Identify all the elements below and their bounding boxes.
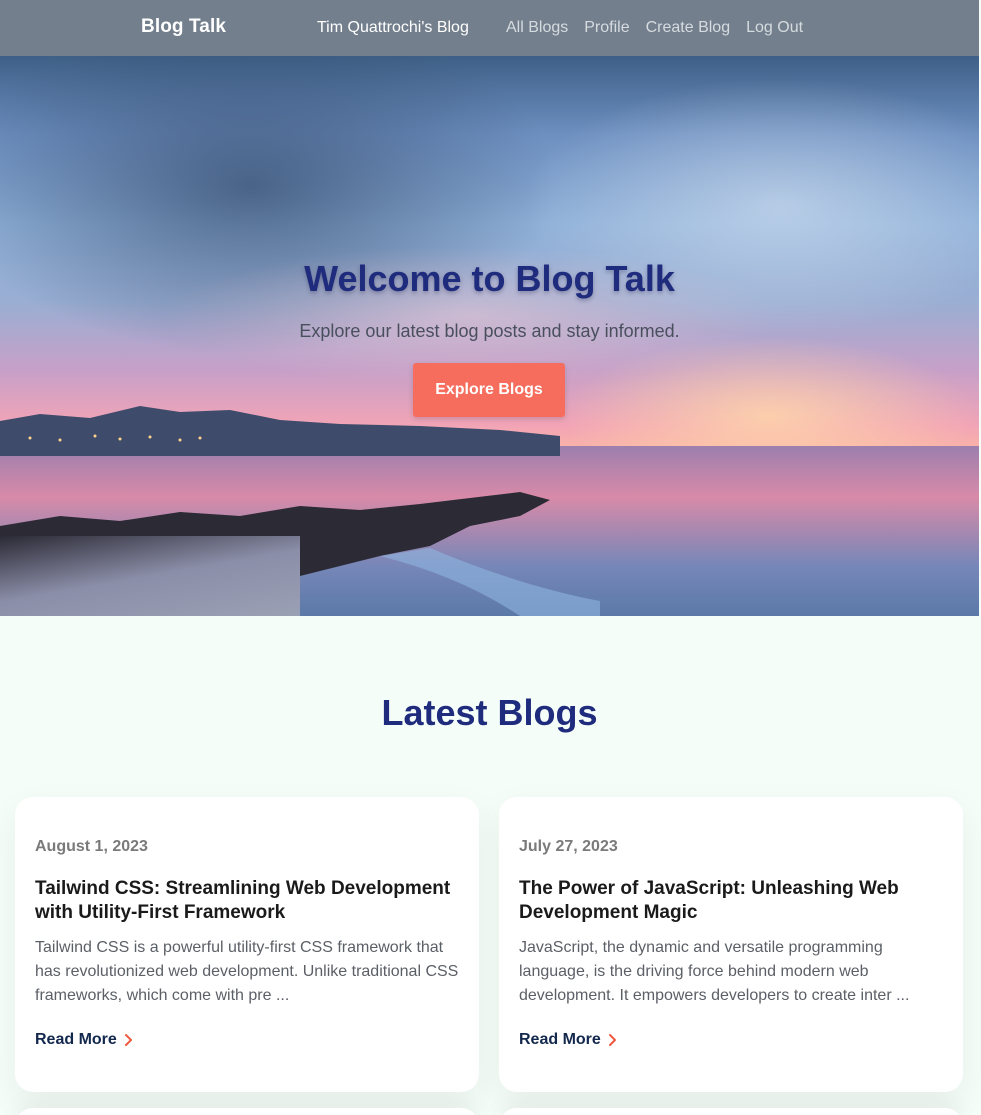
read-more-link[interactable]: Read More (519, 1031, 619, 1049)
user-blog-link[interactable]: Tim Quattrochi's Blog (317, 19, 469, 37)
blog-card-partial (15, 1108, 479, 1115)
hero-banner: Welcome to Blog Talk Explore our latest … (0, 56, 979, 616)
hero-subtitle: Explore our latest blog posts and stay i… (299, 321, 680, 341)
nav-links: All Blogs Profile Create Blog Log Out (506, 19, 803, 37)
blog-card-partial (499, 1108, 963, 1115)
blog-excerpt: Tailwind CSS is a powerful utility-first… (35, 939, 459, 1004)
hero-beach (0, 536, 300, 616)
brand-logo[interactable]: Blog Talk (141, 16, 226, 38)
blog-card: July 27, 2023 The Power of JavaScript: U… (499, 797, 963, 1092)
blog-title[interactable]: Tailwind CSS: Streamlining Web Developme… (35, 877, 455, 925)
blog-excerpt: JavaScript, the dynamic and versatile pr… (519, 939, 910, 1004)
blog-date: July 27, 2023 (519, 838, 618, 855)
read-more-label: Read More (35, 1031, 117, 1048)
nav-log-out[interactable]: Log Out (746, 19, 803, 37)
hero-title: Welcome to Blog Talk (304, 258, 675, 299)
explore-blogs-button[interactable]: Explore Blogs (413, 363, 565, 417)
chevron-right-icon (608, 1034, 616, 1046)
nav-all-blogs[interactable]: All Blogs (506, 19, 568, 37)
latest-blogs-heading: Latest Blogs (381, 692, 598, 733)
nav-create-blog[interactable]: Create Blog (646, 19, 731, 37)
read-more-label: Read More (519, 1031, 601, 1048)
top-navbar: Blog Talk Tim Quattrochi's Blog All Blog… (0, 0, 979, 56)
blog-date: August 1, 2023 (35, 838, 148, 855)
read-more-link[interactable]: Read More (35, 1031, 135, 1049)
nav-profile[interactable]: Profile (584, 19, 629, 37)
chevron-right-icon (124, 1034, 132, 1046)
blog-title[interactable]: The Power of JavaScript: Unleashing Web … (519, 877, 939, 925)
blog-card: August 1, 2023 Tailwind CSS: Streamlinin… (15, 797, 479, 1092)
